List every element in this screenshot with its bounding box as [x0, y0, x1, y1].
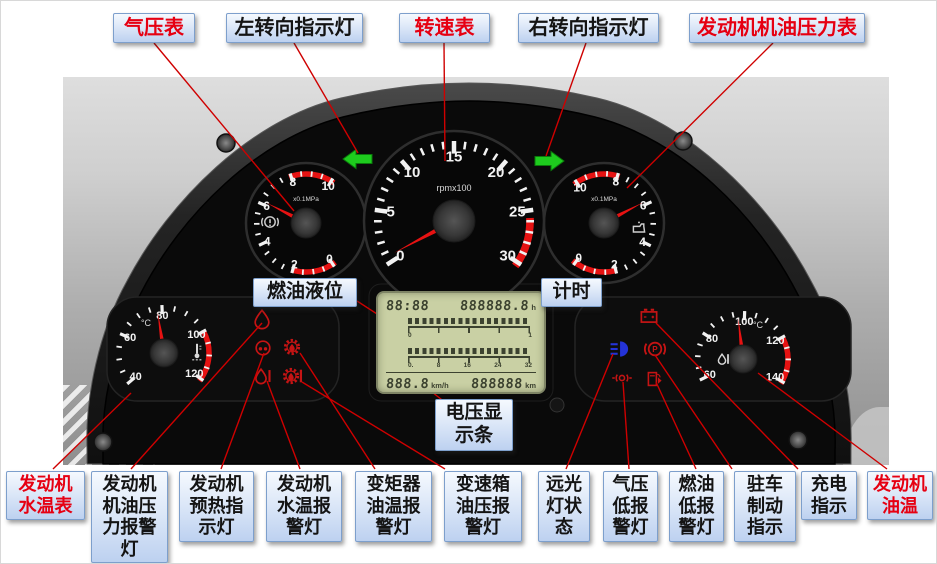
transmission-oil-pressure-warning-label: 变速箱油压报警灯	[444, 471, 522, 542]
air-pressure-low-warning-label: 气压低报警灯	[603, 471, 658, 542]
engine-water-temp-gauge-label: 发动机水温表	[6, 471, 85, 520]
engine-oil-pressure-gauge-label: 发动机机油压力表	[689, 13, 865, 43]
hour-meter-label: 计时	[541, 278, 602, 307]
voltage-bar-scale: 0. 8 16 24 32	[408, 363, 532, 370]
lcd-display: 88:88 888888.8h 0 1 0. 8 16 24 32 888.8k…	[376, 291, 546, 394]
lcd-bottom-row: 888.8km/h 888888km	[386, 372, 536, 393]
fuel-bar-axis	[408, 326, 530, 333]
left-turn-indicator-label: 左转向指示灯	[226, 13, 363, 43]
high-beam-status-label: 远光灯状态	[538, 471, 590, 542]
fuel-bar-scale: 0 1	[408, 333, 532, 340]
air-pressure-gauge-label: 气压表	[113, 13, 195, 43]
parking-brake-indicator-label: 驻车制动指示	[734, 471, 796, 542]
engine-oil-pressure-warning-label: 发动机机油压力报警灯	[91, 471, 168, 563]
charge-indicator-label: 充电指示	[801, 471, 857, 520]
lcd-top-row: 88:88 888888.8h	[386, 297, 536, 315]
fuel-level-label: 燃油液位	[253, 278, 357, 307]
lcd-speed: 888.8km/h	[386, 375, 449, 393]
lcd-voltage-bar: 0. 8 16 24 32	[408, 348, 532, 370]
lcd-odometer: 888888km	[471, 375, 536, 393]
light-corner	[843, 407, 889, 465]
engine-oil-temp-label: 发动机油温	[867, 471, 933, 520]
fuel-low-warning-label: 燃油低报警灯	[669, 471, 724, 542]
torque-converter-oil-temp-warning-label: 变矩器油温报警灯	[355, 471, 432, 542]
right-turn-indicator-label: 右转向指示灯	[518, 13, 659, 43]
lcd-fuel-bar: 0 1	[408, 318, 532, 340]
voltage-bar-label: 电压显示条	[435, 399, 513, 451]
instrument-cluster-diagram: 0246810x0.1MPa0246810x0.1MPa051015202530…	[0, 0, 937, 564]
fuel-bar-blocks	[408, 318, 530, 324]
engine-preheat-indicator-label: 发动机预热指示灯	[179, 471, 254, 542]
lcd-clock: 88:88	[385, 298, 429, 314]
engine-water-temp-warning-label: 发动机水温报警灯	[266, 471, 342, 542]
hatch-texture	[63, 385, 155, 465]
voltage-bar-blocks	[408, 348, 530, 354]
lcd-hour-meter: 888888.8h	[460, 297, 536, 315]
tachometer-label: 转速表	[399, 13, 490, 43]
